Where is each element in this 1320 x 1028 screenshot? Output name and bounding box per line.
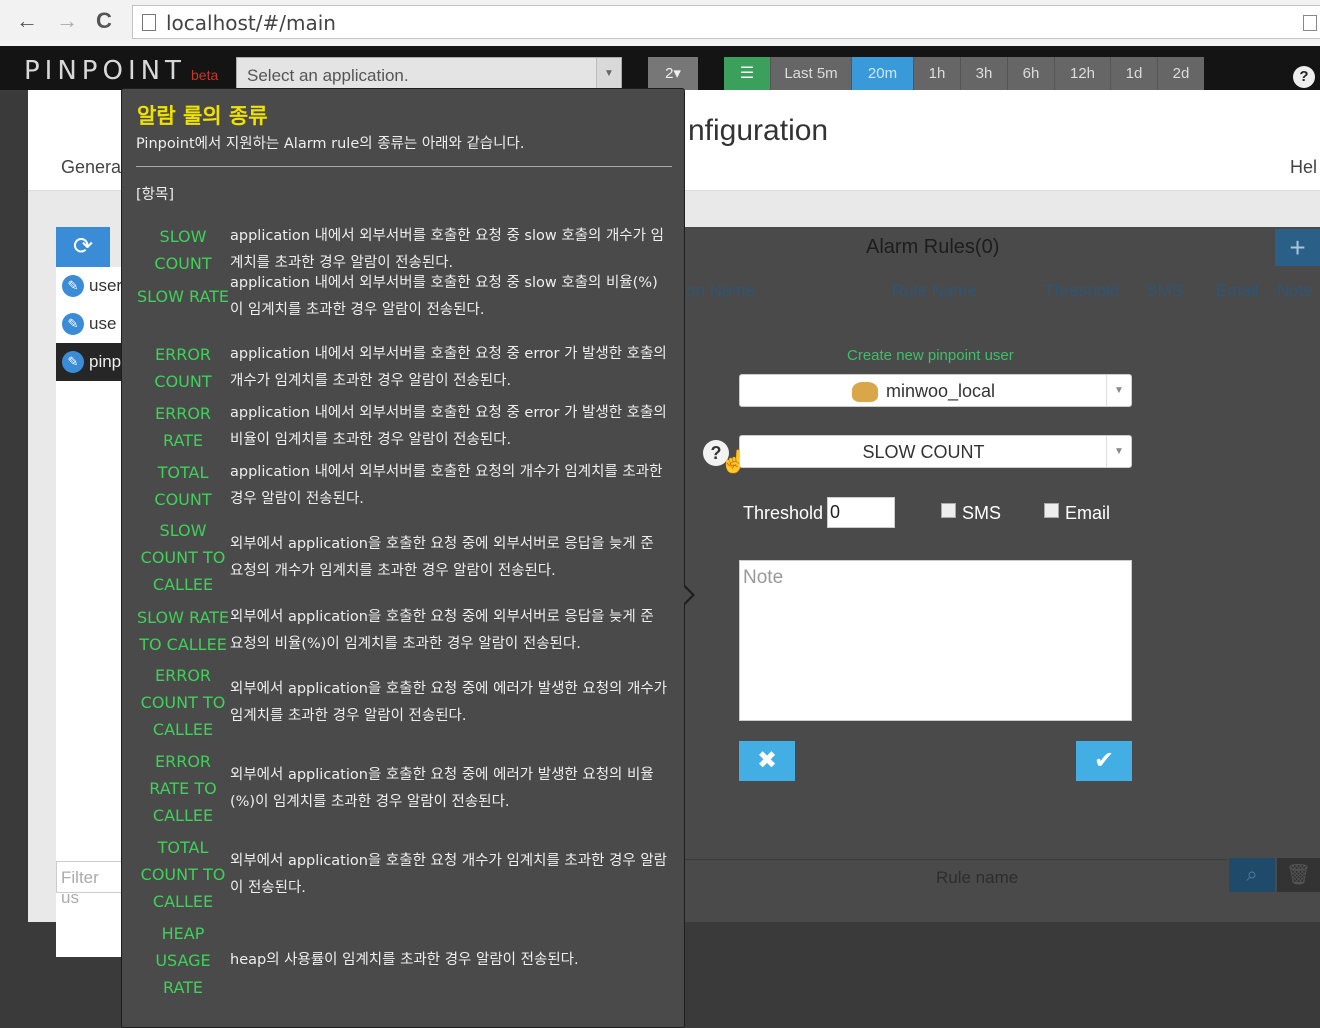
user-group-list: ✎ user ✎ use ✎ pinp	[56, 267, 126, 957]
user-group-select[interactable]: minwoo_local ▼	[739, 374, 1132, 407]
email-checkbox[interactable]	[1044, 503, 1059, 518]
browser-toolbar: ← → C localhost/#/main	[0, 0, 1320, 47]
divider	[136, 166, 672, 167]
rule-name: ERROR RATE TO CALLEE	[149, 752, 217, 825]
tomcat-icon	[851, 382, 878, 403]
period-1d[interactable]: 1d	[1110, 57, 1157, 90]
column-email: Email	[1216, 281, 1259, 300]
period-selector: Last 5m 20m 1h 3h 6h 12h 1d 2d	[770, 57, 1204, 90]
alarm-rule-help-tooltip: 알람 룰의 종류 Pinpoint에서 지원하는 Alarm rule의 종류는…	[121, 88, 685, 1028]
column-application-name: on Name	[686, 281, 755, 300]
period-20m[interactable]: 20m	[851, 57, 913, 90]
rule-name: HEAP USAGE RATE	[155, 924, 211, 997]
tooltip-section-label: [항목]	[136, 187, 174, 203]
tooltip-title: 알람 룰의 종류	[137, 104, 268, 128]
edit-icon[interactable]: ✎	[62, 351, 84, 373]
trash-icon[interactable]: 🗑	[1277, 858, 1320, 892]
threshold-label: Threshold	[743, 503, 824, 523]
rule-description: 외부에서 application을 호출한 요청 중에 에러가 발생한 요청의 …	[230, 680, 668, 724]
search-icon[interactable]: ⌕	[1229, 858, 1275, 892]
rule-select[interactable]: SLOW COUNT ▼	[739, 435, 1132, 468]
user-group-value: minwoo_local	[885, 381, 996, 401]
application-select[interactable]: Select an application. ▼	[236, 57, 622, 90]
confirm-button[interactable]: ✔	[1076, 741, 1132, 781]
tooltip-arrow-inner	[683, 586, 692, 604]
rule-select-value: SLOW COUNT	[862, 442, 985, 462]
refresh-icon[interactable]: ⟳	[56, 227, 110, 267]
chevron-down-icon: ▼	[1106, 375, 1131, 406]
rule-description: application 내에서 외부서버를 호출한 요청의 개수가 임계치를 초…	[230, 464, 663, 507]
column-threshold: Threshold	[1044, 281, 1120, 300]
rule-description: application 내에서 외부서버를 호출한 요청 중 slow 호출의 …	[230, 274, 658, 318]
list-item-label: user	[89, 276, 123, 295]
rule-name: ERROR COUNT	[154, 345, 212, 391]
column-rule-name: Rule Name	[892, 281, 978, 300]
address-bar[interactable]: localhost/#/main	[132, 5, 1320, 39]
list-item[interactable]: ✎ user	[56, 267, 126, 305]
url-text: localhost/#/main	[166, 11, 336, 35]
cancel-button[interactable]: ✖	[739, 741, 795, 781]
rule-description: 외부에서 application을 호출한 요청 중에 외부서버로 응답을 늦게…	[230, 609, 654, 652]
edit-icon[interactable]: ✎	[62, 275, 84, 297]
list-item-label: use	[89, 314, 117, 333]
rule-name: SLOW COUNT TO CALLEE	[140, 521, 226, 594]
tooltip-subtitle: Pinpoint에서 지원하는 Alarm rule의 종류는 아래와 같습니다…	[136, 136, 525, 152]
column-sms: SMS	[1146, 281, 1183, 300]
rule-description: 외부에서 application을 호출한 요청 중에 외부서버로 응답을 늦게…	[230, 535, 654, 579]
extension-icon[interactable]	[1303, 15, 1317, 31]
help-icon[interactable]: ?	[1293, 66, 1315, 88]
rule-description: application 내에서 외부서버를 호출한 요청 중 error 가 발…	[230, 346, 667, 389]
period-6h[interactable]: 6h	[1007, 57, 1054, 90]
rule-name: ERROR RATE	[154, 404, 212, 450]
forward-arrow-icon[interactable]: →	[56, 8, 78, 34]
period-1h[interactable]: 1h	[913, 57, 960, 90]
rule-name: SLOW COUNT	[154, 227, 212, 273]
threshold-input[interactable]: 0	[827, 497, 895, 528]
note-placeholder: Note	[743, 567, 784, 588]
period-12h[interactable]: 12h	[1054, 57, 1110, 90]
add-rule-button[interactable]: +	[1275, 229, 1320, 266]
chevron-down-icon: ▼	[596, 58, 621, 89]
alarm-rules-panel: Alarm Rules(0) + on Name Rule Name Thres…	[668, 227, 1320, 922]
rule-description: application 내에서 외부서버를 호출한 요청 중 error 가 발…	[230, 405, 667, 448]
list-item-selected[interactable]: ✎ pinp	[56, 343, 126, 381]
sms-label: SMS	[962, 503, 1002, 523]
rule-name: ERROR COUNT TO CALLEE	[140, 666, 226, 739]
rule-filter-placeholder: Rule name	[936, 868, 1019, 887]
rule-filter-input[interactable]: Rule name	[668, 859, 1228, 894]
rule-name: SLOW RATE	[136, 287, 230, 306]
application-select-placeholder: Select an application.	[247, 66, 409, 85]
list-item[interactable]: ✎ use	[56, 305, 126, 343]
column-note: Note	[1277, 281, 1313, 300]
rule-description: 외부에서 application을 호출한 요청 중에 에러가 발생한 요청의 …	[230, 766, 654, 810]
rule-name: SLOW RATE TO CALLEE	[136, 608, 230, 654]
back-arrow-icon[interactable]: ←	[16, 8, 38, 34]
email-label: Email	[1065, 503, 1111, 523]
reload-icon[interactable]: C	[96, 8, 112, 34]
create-user-link[interactable]: Create new pinpoint user	[847, 347, 1014, 364]
rule-description: heap의 사용률이 임계치를 초과한 경우 알람이 전송된다.	[230, 952, 579, 968]
chevron-down-icon: ▼	[1106, 436, 1131, 467]
rule-name: TOTAL COUNT TO CALLEE	[140, 838, 226, 911]
tab-help[interactable]: Hel	[1290, 157, 1317, 178]
grid-icon[interactable]: ☰	[724, 57, 770, 90]
tab-general[interactable]: Genera	[61, 157, 121, 178]
page-icon	[142, 14, 156, 31]
pinpoint-logo: PINPOINT	[24, 56, 186, 86]
period-3h[interactable]: 3h	[960, 57, 1007, 90]
sms-checkbox[interactable]	[941, 503, 956, 518]
rule-description: 외부에서 application을 호출한 요청 개수가 임계치를 초과한 경우…	[230, 852, 668, 896]
top-navigation: PINPOINT beta Select an application. ▼ 2…	[0, 46, 1320, 90]
page-title: nfiguration	[688, 114, 829, 147]
beta-badge: beta	[191, 67, 219, 83]
rule-name: TOTAL COUNT	[154, 463, 212, 509]
alarm-rules-title: Alarm Rules(0)	[866, 236, 1000, 258]
note-textarea[interactable]: Note	[739, 560, 1132, 721]
edit-icon[interactable]: ✎	[62, 313, 84, 335]
list-item-label: pinp	[89, 352, 122, 371]
period-last-5m[interactable]: Last 5m	[770, 57, 851, 90]
user-filter-input[interactable]: Filter us	[56, 861, 122, 907]
period-2d[interactable]: 2d	[1157, 57, 1204, 90]
depth-select-button[interactable]: 2▾	[648, 57, 698, 90]
